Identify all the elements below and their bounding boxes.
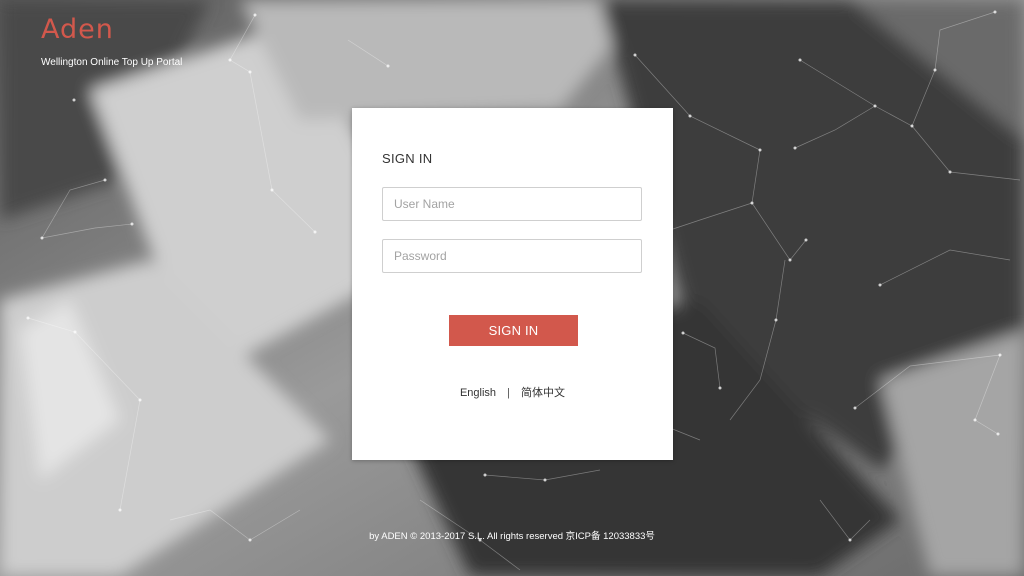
login-title: SIGN IN — [382, 151, 433, 166]
language-english-link[interactable]: English — [460, 387, 496, 399]
brand-subtitle: Wellington Online Top Up Portal — [41, 57, 183, 68]
username-input[interactable] — [382, 187, 642, 221]
brand-logo: Aden — [41, 14, 114, 45]
language-chinese-link[interactable]: 简体中文 — [521, 387, 565, 399]
language-switcher: English | 简体中文 — [352, 384, 673, 400]
login-card: SIGN IN SIGN IN English | 简体中文 — [352, 108, 673, 460]
footer-copyright: by ADEN © 2013-2017 S.L. All rights rese… — [369, 531, 655, 542]
brand-header: Aden Wellington Online Top Up Portal — [41, 14, 182, 70]
language-separator: | — [507, 387, 510, 399]
sign-in-button[interactable]: SIGN IN — [449, 315, 578, 346]
password-input[interactable] — [382, 239, 642, 273]
